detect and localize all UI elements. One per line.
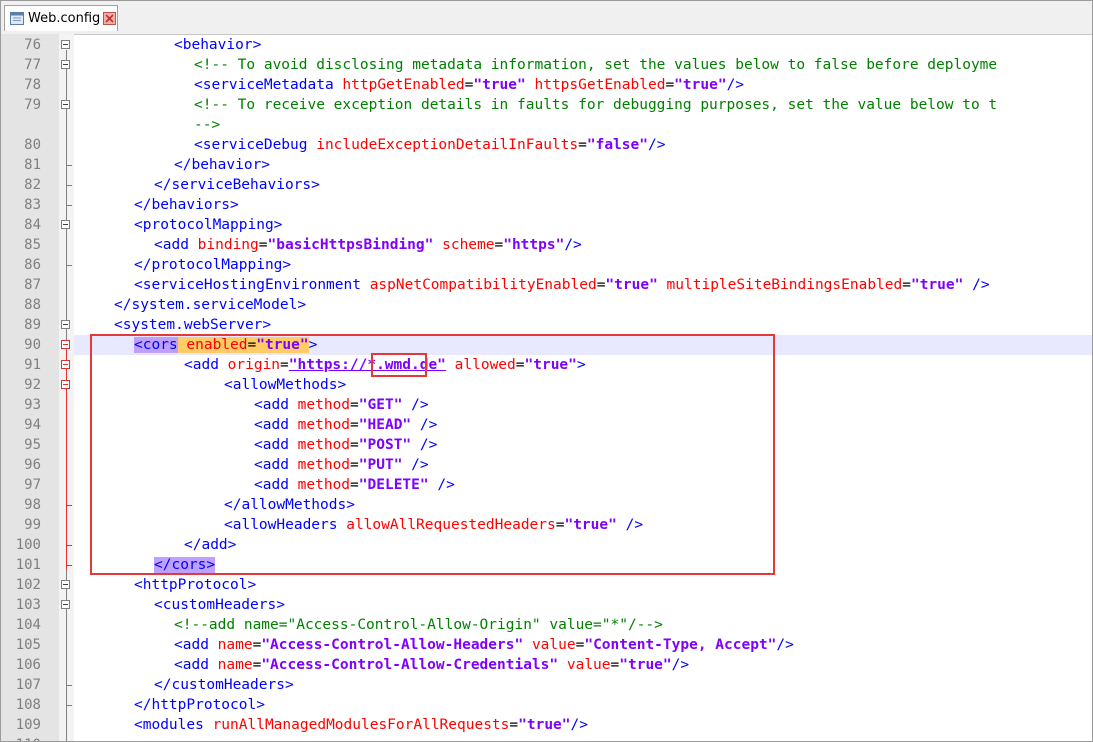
code-line[interactable]: </serviceBehaviors> <box>154 175 320 195</box>
close-icon[interactable] <box>103 12 116 25</box>
code-line[interactable]: <serviceDebug includeExceptionDetailInFa… <box>194 135 665 155</box>
line-number: 85 <box>24 237 41 253</box>
fold-toggle-icon[interactable] <box>61 380 70 389</box>
line-number: 76 <box>24 37 41 53</box>
line-number: 78 <box>24 77 41 93</box>
line-number: 83 <box>24 197 41 213</box>
line-number: 99 <box>24 517 41 533</box>
code-line[interactable]: <add method="PUT" /> <box>254 455 429 475</box>
line-number-gutter: 76 77 78 79 80 81 82 83 84 85 86 87 88 89 90 91 92 93 94 95… <box>1 34 59 741</box>
code-line[interactable]: <add method="DELETE" /> <box>254 475 455 495</box>
tab-web-config[interactable]: Web.config <box>4 5 118 31</box>
code-line[interactable]: </httpProtocol> <box>134 695 265 715</box>
fold-toggle-icon[interactable] <box>61 360 70 369</box>
code-line[interactable]: <add method="HEAD" /> <box>254 415 437 435</box>
code-line[interactable]: <add binding="basicHttpsBinding" scheme=… <box>154 235 582 255</box>
code-line[interactable]: <!-- To receive exception details in fau… <box>194 95 997 115</box>
line-number: 108 <box>15 697 41 713</box>
line-number: 82 <box>24 177 41 193</box>
code-line[interactable]: </behavior> <box>174 155 270 175</box>
code-line[interactable]: <!--add name="Access-Control-Allow-Origi… <box>174 615 663 635</box>
code-line[interactable]: <add name="Access-Control-Allow-Headers"… <box>174 635 794 655</box>
fold-end-marker <box>66 705 72 706</box>
fold-margin[interactable] <box>59 34 74 741</box>
line-number: 101 <box>15 557 41 573</box>
line-number: 100 <box>15 537 41 553</box>
line-number: 90 <box>24 337 41 353</box>
code-line[interactable]: </behaviors> <box>134 195 239 215</box>
line-number: 98 <box>24 497 41 513</box>
line-number: 91 <box>24 357 41 373</box>
line-number: 88 <box>24 297 41 313</box>
code-line[interactable]: <allowMethods> <box>224 375 346 395</box>
line-number: 104 <box>15 617 41 633</box>
code-line[interactable]: </add> <box>184 535 236 555</box>
fold-end-marker <box>66 685 72 686</box>
code-line[interactable]: <add method="GET" /> <box>254 395 429 415</box>
line-number: 96 <box>24 457 41 473</box>
code-line[interactable]: <httpProtocol> <box>134 575 256 595</box>
line-number: 106 <box>15 657 41 673</box>
fold-toggle-icon[interactable] <box>61 100 70 109</box>
tab-bar: Web.config <box>1 1 1092 35</box>
code-line[interactable]: </allowMethods> <box>224 495 355 515</box>
line-number: 97 <box>24 477 41 493</box>
line-number: 105 <box>15 637 41 653</box>
code-line[interactable]: <serviceMetadata httpGetEnabled="true" h… <box>194 75 744 95</box>
line-number: 102 <box>15 577 41 593</box>
code-line[interactable]: <add method="POST" /> <box>254 435 437 455</box>
code-line[interactable]: <cors enabled="true"> <box>134 335 317 355</box>
fold-toggle-icon[interactable] <box>61 40 70 49</box>
code-line[interactable]: </customHeaders> <box>154 675 294 695</box>
code-line[interactable]: <protocolMapping> <box>134 215 282 235</box>
fold-toggle-icon[interactable] <box>61 340 70 349</box>
line-number: 93 <box>24 397 41 413</box>
fold-end-marker <box>66 545 72 546</box>
code-line[interactable]: </cors> <box>154 555 216 575</box>
line-number: 87 <box>24 277 41 293</box>
fold-end-marker <box>66 265 72 266</box>
fold-end-marker <box>66 185 72 186</box>
fold-end-marker <box>66 205 72 206</box>
fold-end-marker <box>66 505 72 506</box>
code-area[interactable]: <behavior> <!-- To avoid disclosing metad… <box>74 34 1092 741</box>
line-number: 107 <box>15 677 41 693</box>
code-line[interactable]: <add name="Access-Control-Allow-Credenti… <box>174 655 689 675</box>
code-line[interactable]: <behavior> <box>174 35 261 55</box>
code-editor[interactable]: 76 77 78 79 80 81 82 83 84 85 86 87 88 89 90 91 92 93 94 95… <box>1 34 1092 741</box>
file-icon <box>10 12 24 25</box>
line-number: 92 <box>24 377 41 393</box>
fold-toggle-icon[interactable] <box>61 580 70 589</box>
line-number: 110 <box>1 735 41 741</box>
editor-window: Web.config 76 77 78 79 80 81 82 83 84 85 86 87 88 89 9… <box>0 0 1093 742</box>
code-line[interactable]: </protocolMapping> <box>134 255 291 275</box>
fold-toggle-icon[interactable] <box>61 220 70 229</box>
fold-end-marker <box>66 165 72 166</box>
tab-title: Web.config <box>28 11 101 26</box>
fold-toggle-icon[interactable] <box>61 60 70 69</box>
line-number: 77 <box>24 57 41 73</box>
code-line[interactable]: <modules runAllManagedModulesForAllReque… <box>134 715 588 735</box>
line-number: 79 <box>24 97 41 113</box>
line-number: 89 <box>24 317 41 333</box>
code-line[interactable]: <customHeaders> <box>154 595 285 615</box>
fold-end-marker <box>66 565 72 566</box>
fold-toggle-icon[interactable] <box>61 320 70 329</box>
line-number: 84 <box>24 217 41 233</box>
line-number: 95 <box>24 437 41 453</box>
line-number: 80 <box>24 137 41 153</box>
code-line[interactable]: <system.webServer> <box>114 315 271 335</box>
code-line[interactable]: <!-- To avoid disclosing metadata inform… <box>194 55 997 75</box>
line-number: 81 <box>24 157 41 173</box>
code-line[interactable]: --> <box>194 115 220 135</box>
line-number: 94 <box>24 417 41 433</box>
line-number: 109 <box>15 717 41 733</box>
line-number: 86 <box>24 257 41 273</box>
code-line[interactable]: <allowHeaders allowAllRequestedHeaders="… <box>224 515 643 535</box>
fold-toggle-icon[interactable] <box>61 600 70 609</box>
code-line[interactable]: <serviceHostingEnvironment aspNetCompati… <box>134 275 990 295</box>
line-number: 103 <box>15 597 41 613</box>
code-line[interactable]: </system.serviceModel> <box>114 295 306 315</box>
code-line[interactable]: <add origin="https://*.wmd.de" allowed="… <box>184 355 586 375</box>
